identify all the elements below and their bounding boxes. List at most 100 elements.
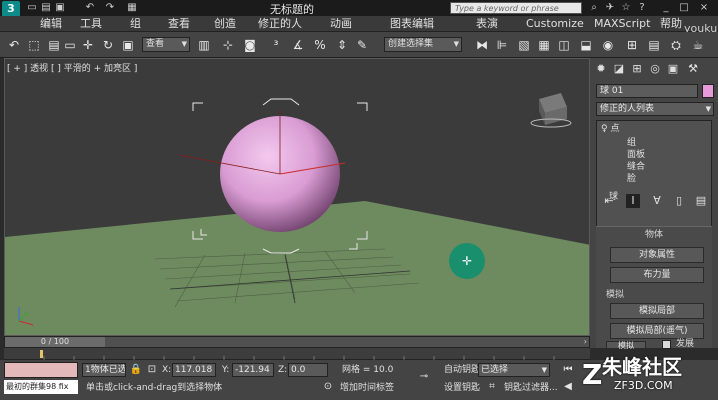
absolute-mode-icon[interactable]: ⊡: [144, 363, 160, 377]
help-icon[interactable]: ?: [636, 1, 648, 15]
stack-item-root[interactable]: ♀ 点: [601, 123, 619, 135]
render-iterative-icon[interactable]: ☕: [690, 36, 706, 54]
keyboard-shortcut-icon[interactable]: ◙: [242, 36, 258, 54]
simulate-local-damped-button[interactable]: 模拟局部(遥气): [610, 323, 704, 339]
rotate-icon[interactable]: ↻: [100, 36, 116, 54]
named-selection-set-select[interactable]: 创建选择集 ▼: [384, 37, 462, 52]
edit-named-selection-icon[interactable]: ✎: [354, 36, 370, 54]
track-bar[interactable]: [4, 348, 590, 360]
key-selection-select[interactable]: 已选择 ▼: [478, 363, 550, 377]
maxscript-listener-mini[interactable]: [4, 362, 78, 378]
key-mode-icon[interactable]: ⌗: [484, 380, 500, 394]
menu-modifiers[interactable]: 修正的人: [258, 17, 302, 31]
utilities-tab-icon[interactable]: ⚒: [686, 62, 700, 76]
time-tag-icon[interactable]: ⊙: [320, 380, 336, 394]
object-properties-button[interactable]: 对象属性: [610, 247, 704, 263]
cloth-forces-button[interactable]: 布力量: [610, 267, 704, 283]
x-coordinate-field[interactable]: 117.018: [172, 363, 216, 377]
minimize-icon[interactable]: _: [660, 1, 672, 15]
motion-tab-icon[interactable]: ◎: [648, 62, 662, 76]
modify-tab-icon[interactable]: ◪: [612, 62, 626, 76]
mirror-icon[interactable]: ⧓: [474, 36, 490, 54]
maximize-icon[interactable]: □: [678, 1, 690, 15]
previous-frame-icon[interactable]: ◀: [560, 380, 576, 394]
time-slider[interactable]: 0 / 100 ›: [4, 336, 590, 348]
viewport-label[interactable]: [ + ] 透视 [ ] 平滑的 + 加亮区 ]: [7, 61, 137, 74]
menu-customize[interactable]: Customize: [526, 17, 584, 31]
display-tab-icon[interactable]: ▣: [666, 62, 680, 76]
stack-item-group[interactable]: 组: [627, 137, 636, 149]
menu-group[interactable]: 组: [130, 17, 141, 31]
object-name-field[interactable]: 球 01: [596, 84, 698, 98]
pivot-center-icon[interactable]: ▥: [196, 36, 212, 54]
save-file-icon[interactable]: ▣: [54, 2, 66, 14]
time-slider-thumb[interactable]: 0 / 100: [5, 337, 105, 347]
select-region-icon[interactable]: ⬚: [26, 36, 42, 54]
maxscript-output[interactable]: 最初的群集98 fix: [4, 380, 78, 394]
make-unique-icon[interactable]: ∀: [650, 194, 664, 208]
move-icon[interactable]: ✛: [80, 36, 96, 54]
simulate-local-button[interactable]: 模拟局部: [610, 303, 704, 319]
stack-item-stitch[interactable]: 缝合: [627, 161, 645, 173]
undo-toolbar-icon[interactable]: ↶: [6, 36, 22, 54]
key-icon[interactable]: ⊸: [416, 370, 432, 384]
open-file-icon[interactable]: ▤: [40, 2, 52, 14]
y-coordinate-field[interactable]: -121.94: [232, 363, 274, 377]
menu-graph-editors[interactable]: 图表编辑: [390, 17, 434, 31]
schematic-view-icon[interactable]: ⬓: [578, 36, 594, 54]
create-tab-icon[interactable]: ✹: [594, 62, 608, 76]
redo-icon[interactable]: ↷: [104, 2, 116, 14]
pin-stack-icon[interactable]: ⇤: [602, 194, 616, 208]
rendered-frame-icon[interactable]: ▤: [646, 36, 662, 54]
curve-editor-icon[interactable]: ◫: [556, 36, 572, 54]
stack-item-panel[interactable]: 面板: [627, 149, 645, 161]
hierarchy-tab-icon[interactable]: ⊞: [630, 62, 644, 76]
menu-help[interactable]: 帮助: [660, 17, 682, 31]
rollout-title[interactable]: 物体: [596, 229, 712, 241]
select-manipulate-icon[interactable]: ⊹: [220, 36, 236, 54]
simulate-button[interactable]: 模拟: [606, 341, 646, 350]
show-end-result-icon[interactable]: Ⅰ: [626, 194, 640, 208]
window-crossing-icon[interactable]: ▭: [62, 36, 78, 54]
angle-snap-icon[interactable]: ∡: [290, 36, 306, 54]
percent-snap-icon[interactable]: %: [312, 36, 328, 54]
go-to-start-icon[interactable]: ⏮: [560, 363, 576, 377]
key-filters-button[interactable]: 钥匙过滤器...: [504, 382, 558, 394]
snap-toggle-icon[interactable]: ³: [268, 36, 284, 54]
star-icon[interactable]: ☆: [620, 1, 632, 15]
project-folder-icon[interactable]: ▦: [126, 2, 138, 14]
scale-icon[interactable]: ▣: [120, 36, 136, 54]
binoculars-icon[interactable]: ⌕: [588, 1, 600, 15]
menu-maxscript[interactable]: MAXScript: [594, 17, 650, 31]
reference-coordinate-select[interactable]: 查看 ▼: [142, 37, 190, 52]
render-setup-icon[interactable]: ⊞: [624, 36, 640, 54]
graphite-tools-icon[interactable]: ▦: [536, 36, 552, 54]
lock-selection-icon[interactable]: 🔒: [128, 363, 144, 377]
z-coordinate-field[interactable]: 0.0: [288, 363, 328, 377]
auto-key-button[interactable]: 自动钥匙: [444, 364, 480, 376]
menu-create[interactable]: 创造: [214, 17, 236, 31]
app-logo-icon[interactable]: 3: [2, 1, 20, 17]
close-icon[interactable]: ×: [698, 1, 710, 15]
stack-item-face[interactable]: 脸: [627, 173, 636, 185]
new-file-icon[interactable]: ▭: [26, 2, 38, 14]
layer-manager-icon[interactable]: ▧: [516, 36, 532, 54]
spinner-snap-icon[interactable]: ⇕: [334, 36, 350, 54]
undo-icon[interactable]: ↶: [84, 2, 96, 14]
search-input[interactable]: Type a keyword or phrase: [450, 2, 582, 14]
set-key-button[interactable]: 设置钥匙: [444, 382, 480, 394]
menu-tools[interactable]: 工具: [80, 17, 102, 31]
menu-animation[interactable]: 动画: [330, 17, 352, 31]
perspective-viewport[interactable]: ✛ [ + ] 透视 [ ] 平滑的 + 加亮区 ]: [4, 58, 590, 336]
object-color-swatch[interactable]: [702, 84, 714, 98]
configure-sets-icon[interactable]: ▤: [694, 194, 708, 208]
menu-edit[interactable]: 编辑: [40, 17, 62, 31]
render-icon[interactable]: ⛭: [668, 36, 684, 54]
align-icon[interactable]: ⊫: [494, 36, 510, 54]
menu-view[interactable]: 查看: [168, 17, 190, 31]
material-editor-icon[interactable]: ◉: [600, 36, 616, 54]
tools-icon[interactable]: ✈: [604, 1, 616, 15]
remove-modifier-icon[interactable]: ▯: [672, 194, 686, 208]
menu-rendering[interactable]: 表演: [476, 17, 498, 31]
time-slider-next-icon[interactable]: ›: [584, 337, 587, 347]
